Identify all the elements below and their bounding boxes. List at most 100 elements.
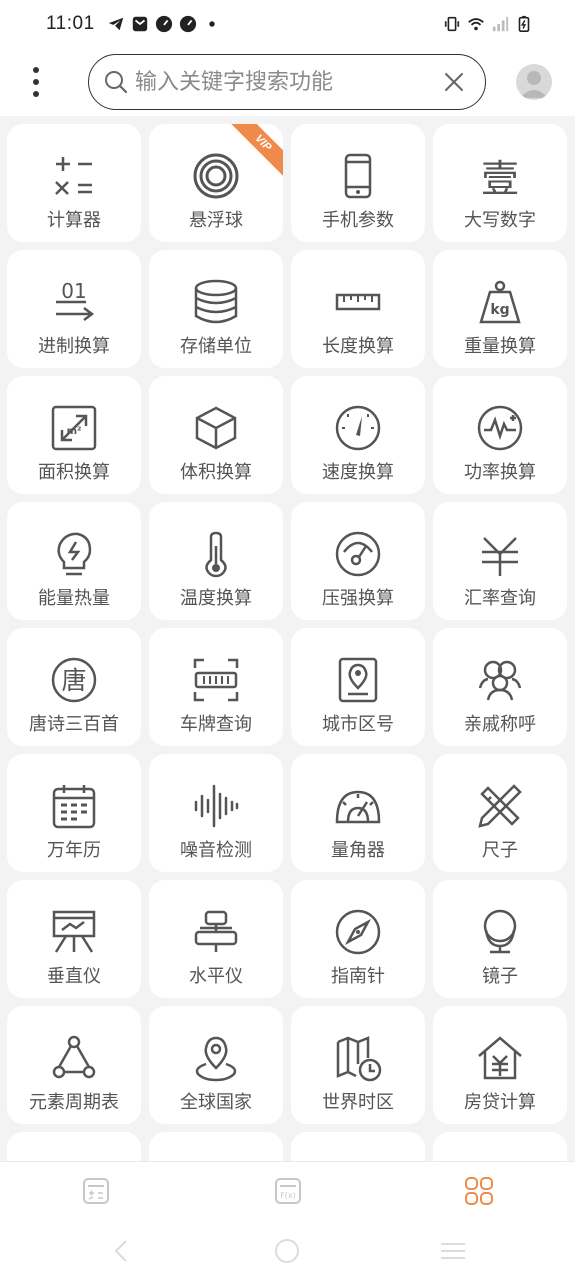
- tool-label: 重量换算: [464, 336, 536, 357]
- tool-tile[interactable]: 量角器: [291, 754, 425, 872]
- tool-tile[interactable]: 能量热量: [7, 502, 141, 620]
- tool-label: 压强换算: [322, 588, 394, 609]
- svg-text:01: 01: [61, 279, 86, 303]
- tool-tile[interactable]: 镜子: [433, 880, 567, 998]
- tool-label: 亲戚称呼: [464, 714, 536, 735]
- tool-tile[interactable]: 01 进制换算: [7, 250, 141, 368]
- tool-tile-partial[interactable]: [433, 1132, 567, 1161]
- tool-label: 全球国家: [180, 1092, 252, 1113]
- tool-label: 能量热量: [38, 588, 110, 609]
- ruler-icon: [335, 293, 381, 311]
- tool-label: 进制换算: [38, 336, 110, 357]
- tool-label: 功率换算: [464, 462, 536, 483]
- tool-tile-partial[interactable]: [149, 1132, 283, 1161]
- tool-label: 长度换算: [322, 336, 394, 357]
- tool-tile[interactable]: 尺子: [433, 754, 567, 872]
- yen-icon: [482, 537, 518, 576]
- tool-tile[interactable]: 速度换算: [291, 376, 425, 494]
- tool-tile[interactable]: 功率换算: [433, 376, 567, 494]
- clear-icon[interactable]: [443, 71, 465, 93]
- tool-tile[interactable]: 体积换算: [149, 376, 283, 494]
- globe-pin-icon: [195, 1036, 237, 1082]
- power-icon: [477, 405, 523, 451]
- more-menu-button[interactable]: [24, 64, 48, 100]
- tool-tile[interactable]: 亲戚称呼: [433, 628, 567, 746]
- status-right-icons: [443, 15, 533, 33]
- mirror-icon: [483, 909, 517, 954]
- tool-tile[interactable]: 城市区号: [291, 628, 425, 746]
- tang-poem-icon: 唐: [51, 657, 97, 703]
- city-code-icon: [338, 657, 378, 703]
- tool-label: 尺子: [482, 840, 518, 861]
- tool-tile[interactable]: 存储单位: [149, 250, 283, 368]
- home-icon[interactable]: [273, 1237, 301, 1265]
- tool-tile[interactable]: m² 面积换算: [7, 376, 141, 494]
- calculator-icon: [55, 157, 92, 195]
- tool-tile[interactable]: 车牌查询: [149, 628, 283, 746]
- phone-icon: [344, 153, 372, 199]
- tool-tile[interactable]: 全球国家: [149, 1006, 283, 1124]
- svg-text:F(x): F(x): [280, 1191, 296, 1200]
- tool-tile-partial[interactable]: [291, 1132, 425, 1161]
- tool-tile[interactable]: 房贷计算: [433, 1006, 567, 1124]
- level-icon: [194, 910, 238, 952]
- status-bar: 11:01: [0, 0, 575, 48]
- apps-grid-tab-icon[interactable]: [464, 1176, 494, 1206]
- tool-label: 万年历: [47, 840, 101, 861]
- search-input[interactable]: [135, 65, 435, 99]
- tool-tile-partial[interactable]: [7, 1132, 141, 1161]
- tool-tile[interactable]: 唐唐诗三百首: [7, 628, 141, 746]
- tool-label: 世界时区: [322, 1092, 394, 1113]
- tool-tile[interactable]: 计算器: [7, 124, 141, 242]
- tool-tile[interactable]: 指南针: [291, 880, 425, 998]
- tool-label: 指南针: [331, 966, 385, 987]
- tools-grid: 计算器 悬浮球 VIP 手机参数 壹大写数字 01 进制换算 存储单位 长度换算 kg 重量换算 m²…: [0, 116, 575, 1161]
- tool-label: 温度换算: [180, 588, 252, 609]
- function-tab-icon[interactable]: F(x): [273, 1176, 303, 1206]
- volume-cube-icon: [195, 406, 237, 450]
- menu-dot: [33, 91, 39, 97]
- speed-icon: [155, 15, 172, 33]
- battery-icon: [518, 15, 530, 33]
- tool-tile[interactable]: 壹大写数字: [433, 124, 567, 242]
- mail-icon: [132, 16, 147, 32]
- user-avatar-icon: [520, 71, 548, 98]
- avatar[interactable]: [516, 64, 552, 100]
- area-icon: m²: [51, 405, 97, 451]
- tool-tile[interactable]: 水平仪: [149, 880, 283, 998]
- calendar-icon: [52, 785, 96, 829]
- tool-tile[interactable]: 悬浮球 VIP: [149, 124, 283, 242]
- svg-text:壹: 壹: [481, 157, 519, 200]
- back-icon[interactable]: [108, 1237, 136, 1265]
- tool-label: 水平仪: [189, 966, 243, 987]
- tool-tile[interactable]: 噪音检测: [149, 754, 283, 872]
- tool-label: 计算器: [47, 210, 101, 231]
- recents-icon[interactable]: [439, 1237, 467, 1265]
- tool-label: 噪音检测: [180, 840, 252, 861]
- search-box[interactable]: [88, 54, 486, 110]
- system-navigation-bar: [0, 1221, 575, 1280]
- tool-tile[interactable]: 元素周期表: [7, 1006, 141, 1124]
- tool-tile[interactable]: 压强换算: [291, 502, 425, 620]
- tool-label: 体积换算: [180, 462, 252, 483]
- calculator-tab-icon[interactable]: [81, 1176, 111, 1206]
- tool-tile[interactable]: 长度换算: [291, 250, 425, 368]
- tool-tile[interactable]: 温度换算: [149, 502, 283, 620]
- tool-label: 汇率查询: [464, 588, 536, 609]
- tool-label: 房贷计算: [464, 1092, 536, 1113]
- tool-tile[interactable]: 万年历: [7, 754, 141, 872]
- tool-tile[interactable]: kg 重量换算: [433, 250, 567, 368]
- vip-badge-text: VIP: [226, 124, 283, 180]
- status-left-icons: [107, 15, 221, 33]
- telegram-icon: [108, 17, 123, 31]
- search-icon: [105, 71, 128, 94]
- tool-label: 元素周期表: [29, 1092, 119, 1113]
- tool-tile[interactable]: 汇率查询: [433, 502, 567, 620]
- uppercase-number-icon: 壹: [481, 157, 519, 200]
- tool-tile[interactable]: 垂直仪: [7, 880, 141, 998]
- tool-tile[interactable]: 世界时区: [291, 1006, 425, 1124]
- tool-tile[interactable]: 手机参数: [291, 124, 425, 242]
- protractor-icon: [335, 790, 381, 824]
- weight-icon: kg: [479, 280, 521, 324]
- soundwave-icon: [194, 784, 239, 828]
